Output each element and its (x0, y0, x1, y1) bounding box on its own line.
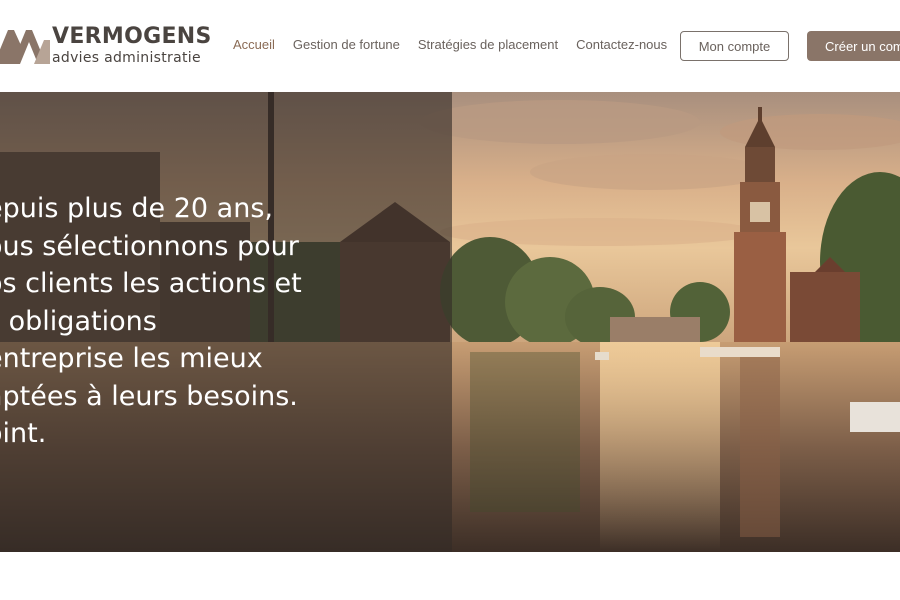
hero-line: entreprise les mieux (0, 343, 263, 374)
hero-headline: epuis plus de 20 ans, ous sélectionnons … (0, 190, 446, 453)
create-account-button[interactable]: Créer un com (807, 31, 900, 61)
mountain-peaks-logo-icon (0, 30, 50, 64)
main-nav: Accueil Gestion de fortune Stratégies de… (233, 37, 685, 52)
hero-line: epuis plus de 20 ans, (0, 193, 273, 224)
hero-line: s obligations (0, 305, 157, 337)
site-header: VERMOGENS advies administratie Accueil G… (0, 0, 900, 92)
brand-tagline: advies administratie (52, 49, 201, 66)
page-below-hero (0, 552, 900, 600)
nav-item-strategies-de-placement[interactable]: Stratégies de placement (418, 37, 558, 52)
nav-item-gestion-de-fortune[interactable]: Gestion de fortune (293, 37, 400, 52)
nav-item-contactez-nous[interactable]: Contactez-nous (576, 37, 667, 52)
my-account-button[interactable]: Mon compte (680, 31, 789, 61)
brand-text: VERMOGENS advies administratie (52, 23, 212, 66)
hero-line: ous sélectionnons pour (0, 230, 299, 262)
hero-line: os clients les actions et (0, 268, 302, 299)
hero-line: aptées à leurs besoins. (0, 380, 298, 412)
brand-logo[interactable]: VERMOGENS advies administratie (0, 22, 212, 68)
brand-name: VERMOGENS (52, 23, 212, 49)
hero-line: oint. (0, 418, 47, 449)
hero-section: epuis plus de 20 ans, ous sélectionnons … (0, 92, 900, 552)
nav-item-accueil[interactable]: Accueil (233, 37, 275, 52)
